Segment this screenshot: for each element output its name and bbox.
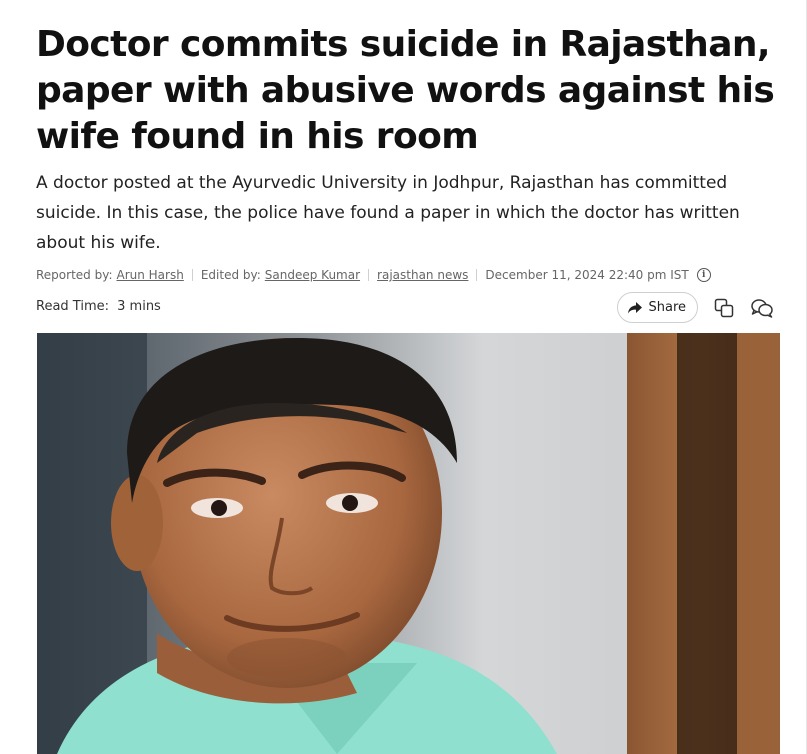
meta-divider [368,269,370,281]
share-arrow-icon [628,301,643,314]
article-photo [37,333,780,754]
info-icon[interactable]: i [696,268,711,282]
read-time-label: Read Time: [36,299,109,314]
man-portrait-image [37,333,780,754]
editor-link[interactable]: Sandeep Kumar [265,268,360,282]
read-time: Read Time: 3 mins [36,299,161,314]
reporter-link[interactable]: Arun Harsh [116,268,183,282]
article-headline: Doctor commits suicide in Rajasthan, pap… [36,24,775,157]
article-page: Doctor commits suicide in Rajasthan, pap… [0,0,807,754]
copy-icon [714,298,734,317]
meta-divider [476,269,478,281]
copy-button[interactable] [712,296,736,320]
meta-divider [191,269,193,281]
article-meta: Reported by: Arun Harsh Edited by: Sande… [36,265,711,285]
share-button-label: Share [648,300,686,315]
edited-by-label: Edited by: [200,268,261,282]
publish-datetime: December 11, 2024 22:40 pm IST [485,268,689,282]
article-summary: A doctor posted at the Ayurvedic Univers… [36,173,740,253]
section-link[interactable]: rajasthan news [377,268,468,282]
read-time-value: 3 mins [117,299,161,314]
article-actions: Share [617,292,774,323]
reported-by-label: Reported by: [36,268,113,282]
comments-button[interactable] [750,296,774,320]
share-button[interactable]: Share [617,292,698,323]
comments-icon [751,298,773,318]
